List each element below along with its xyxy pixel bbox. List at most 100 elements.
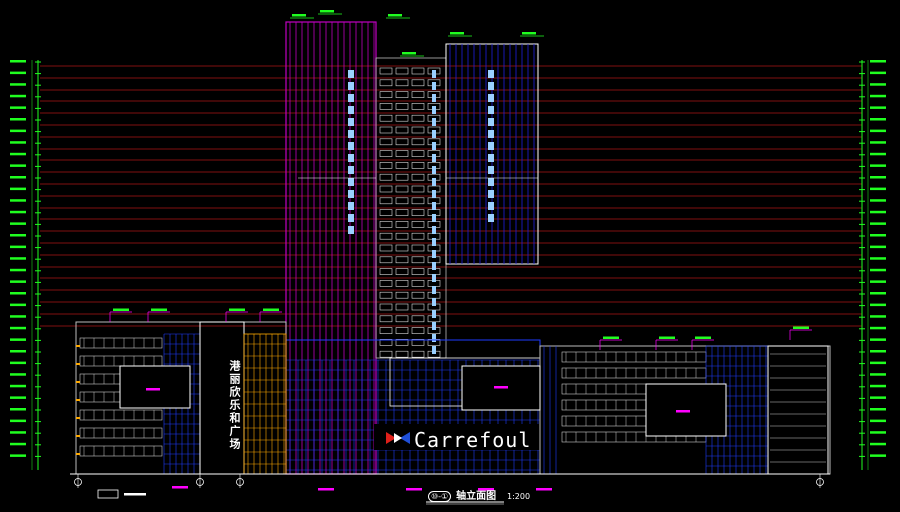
core-window — [379, 138, 393, 146]
core-window — [395, 138, 409, 146]
right-tower-window — [488, 82, 494, 90]
elevation-tag-text — [450, 32, 464, 35]
bottom-dimension-text — [406, 488, 422, 491]
right-podium-balcony — [561, 367, 707, 379]
title-scale: 1:200 — [506, 492, 531, 501]
dimension-text-mark — [870, 315, 886, 318]
core-window — [411, 209, 425, 216]
panel-label — [146, 388, 160, 391]
right-tower-window — [488, 70, 494, 78]
left-tower-window — [348, 154, 354, 162]
core-window — [411, 221, 425, 228]
core-window-lit — [432, 166, 436, 174]
dimension-text-mark — [870, 94, 886, 98]
core-window — [379, 162, 393, 169]
core-window — [395, 126, 409, 134]
core-window — [411, 197, 425, 205]
core-window-lit — [432, 238, 436, 246]
dimension-text-mark — [10, 315, 26, 318]
core-window — [395, 327, 409, 334]
core-window — [379, 67, 393, 75]
core-window — [395, 91, 409, 98]
core-window — [395, 303, 409, 311]
elevation-tag-text — [292, 14, 306, 17]
core-window-lit — [432, 130, 436, 138]
core-window — [379, 256, 393, 264]
core-window — [395, 150, 409, 157]
plaza-name-text: 港丽欣乐和广场 — [228, 360, 241, 451]
carrefour-sign-text: Carrefoul — [414, 428, 532, 452]
left-tower-window — [348, 202, 354, 210]
core-window-lit — [432, 286, 436, 294]
core-window — [379, 327, 393, 334]
dimension-text-mark — [870, 431, 886, 434]
drawing-title: ⑩-① 轴立面图 1:200 — [428, 487, 530, 502]
right-tower-window — [488, 118, 494, 126]
core-window — [395, 162, 409, 169]
left-tower-window — [348, 178, 354, 186]
core-window — [379, 291, 393, 299]
dimension-text-mark — [10, 361, 26, 365]
core-window — [411, 150, 425, 157]
dimension-text-mark — [10, 268, 26, 272]
right-tower-window — [488, 130, 494, 138]
dimension-text-mark — [10, 141, 26, 144]
dimension-text-mark — [10, 106, 26, 109]
elevation-tag-text — [320, 10, 334, 13]
core-window — [395, 268, 409, 275]
left-podium-balcony — [79, 355, 163, 367]
core-window — [395, 291, 409, 299]
core-window-lit — [432, 310, 436, 318]
elevation-tag-text — [388, 14, 402, 17]
dimension-text-mark — [870, 326, 886, 330]
bottom-dimension-text — [172, 486, 188, 489]
left-podium-balcony — [79, 445, 163, 457]
dimension-text-mark — [10, 303, 26, 307]
core-window — [395, 256, 409, 264]
legend-swatch — [97, 489, 119, 499]
dimension-text-mark — [870, 292, 886, 295]
dimension-text-mark — [870, 396, 886, 399]
dimension-text-mark — [10, 373, 26, 376]
elevation-tag-text — [659, 336, 675, 339]
core-window — [379, 173, 393, 181]
core-window-lit — [432, 250, 436, 258]
left-podium-sign-panel — [119, 365, 191, 409]
core-window — [411, 291, 425, 299]
bottom-dimension-text — [318, 488, 334, 491]
left-tower-window — [348, 106, 354, 114]
right-tower-window — [488, 178, 494, 186]
core-window-lit — [432, 214, 436, 222]
core-window-lit — [432, 118, 436, 126]
dimension-text-mark — [10, 326, 26, 330]
dimension-text-mark — [870, 118, 886, 121]
panel-label — [494, 386, 508, 389]
core-window-lit — [432, 274, 436, 282]
core-window — [411, 350, 425, 358]
core-window — [379, 126, 393, 134]
core-window — [379, 280, 393, 287]
core-window — [411, 173, 425, 181]
right-tower-window — [488, 190, 494, 198]
dimension-text-mark — [10, 164, 26, 167]
dimension-text-mark — [870, 187, 886, 191]
right-tower-window — [488, 142, 494, 150]
core-window — [395, 185, 409, 193]
dimension-text-mark — [870, 106, 886, 109]
dimension-text-mark — [10, 408, 26, 411]
dimension-text-mark — [870, 245, 886, 249]
core-window — [411, 185, 425, 193]
core-window — [379, 315, 393, 323]
core-window — [379, 79, 393, 87]
left-tower-window — [348, 94, 354, 102]
dimension-text-mark — [10, 234, 26, 237]
dimension-text-mark — [10, 396, 26, 399]
dimension-text-mark — [870, 338, 886, 341]
dimension-text-mark — [10, 338, 26, 341]
elevation-tag-text — [263, 308, 279, 311]
legend-text — [124, 493, 146, 496]
dimension-text-mark — [10, 94, 26, 98]
dimension-text-mark — [10, 83, 26, 86]
core-window — [379, 103, 393, 110]
core-window — [379, 185, 393, 193]
